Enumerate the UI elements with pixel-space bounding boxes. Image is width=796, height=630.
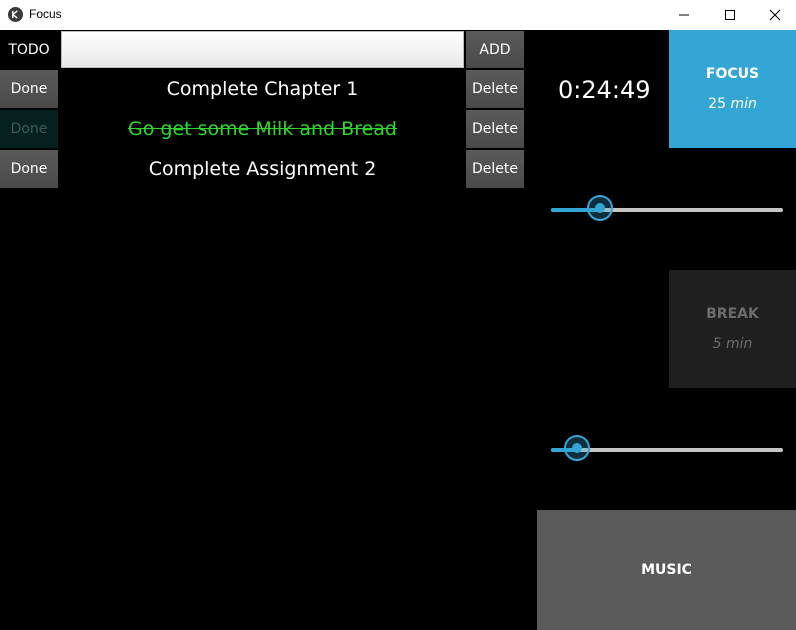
todo-input[interactable] <box>61 31 464 68</box>
close-icon <box>769 9 781 21</box>
task-1-text: Complete Chapter 1 <box>166 78 359 100</box>
break-button[interactable]: BREAK 5 min <box>669 270 796 388</box>
maximize-icon <box>725 10 735 20</box>
minimize-button[interactable] <box>661 0 707 30</box>
window-title: Focus <box>29 7 62 21</box>
focus-button[interactable]: FOCUS 25 min <box>669 30 796 148</box>
focus-duration: 25 min <box>708 96 757 112</box>
focus-slider[interactable] <box>551 195 783 225</box>
break-unit: min <box>725 336 753 352</box>
task-3-delete-button[interactable]: Delete <box>466 150 524 188</box>
music-button[interactable]: MUSIC <box>537 510 796 630</box>
task-2-done-button[interactable]: Done <box>0 110 58 148</box>
break-slider-handle[interactable] <box>563 435 590 461</box>
focus-minutes: 25 <box>708 96 726 112</box>
maximize-button[interactable] <box>707 0 753 30</box>
break-slider[interactable] <box>551 435 783 465</box>
focus-slider-handle[interactable] <box>586 195 613 221</box>
task-1-delete-button[interactable]: Delete <box>466 70 524 108</box>
focus-unit: min <box>730 96 757 112</box>
break-duration: 5 min <box>713 336 753 352</box>
task-1-done-button[interactable]: Done <box>0 70 58 108</box>
add-button[interactable]: ADD <box>466 31 524 68</box>
task-2-delete-button[interactable]: Delete <box>466 110 524 148</box>
task-3-text: Complete Assignment 2 <box>148 158 377 180</box>
focus-title: FOCUS <box>705 66 760 82</box>
break-minutes: 5 <box>712 336 722 352</box>
todo-label: TODO <box>8 41 50 58</box>
task-2-text: Go get some Milk and Bread <box>128 118 397 140</box>
task-3-done-button[interactable]: Done <box>0 150 58 188</box>
minimize-icon <box>679 14 689 16</box>
timer-display: 0:24:49 <box>558 76 651 104</box>
break-title: BREAK <box>706 306 759 322</box>
app-icon <box>8 7 23 22</box>
title-bar: Focus <box>0 0 796 30</box>
close-button[interactable] <box>752 0 796 30</box>
